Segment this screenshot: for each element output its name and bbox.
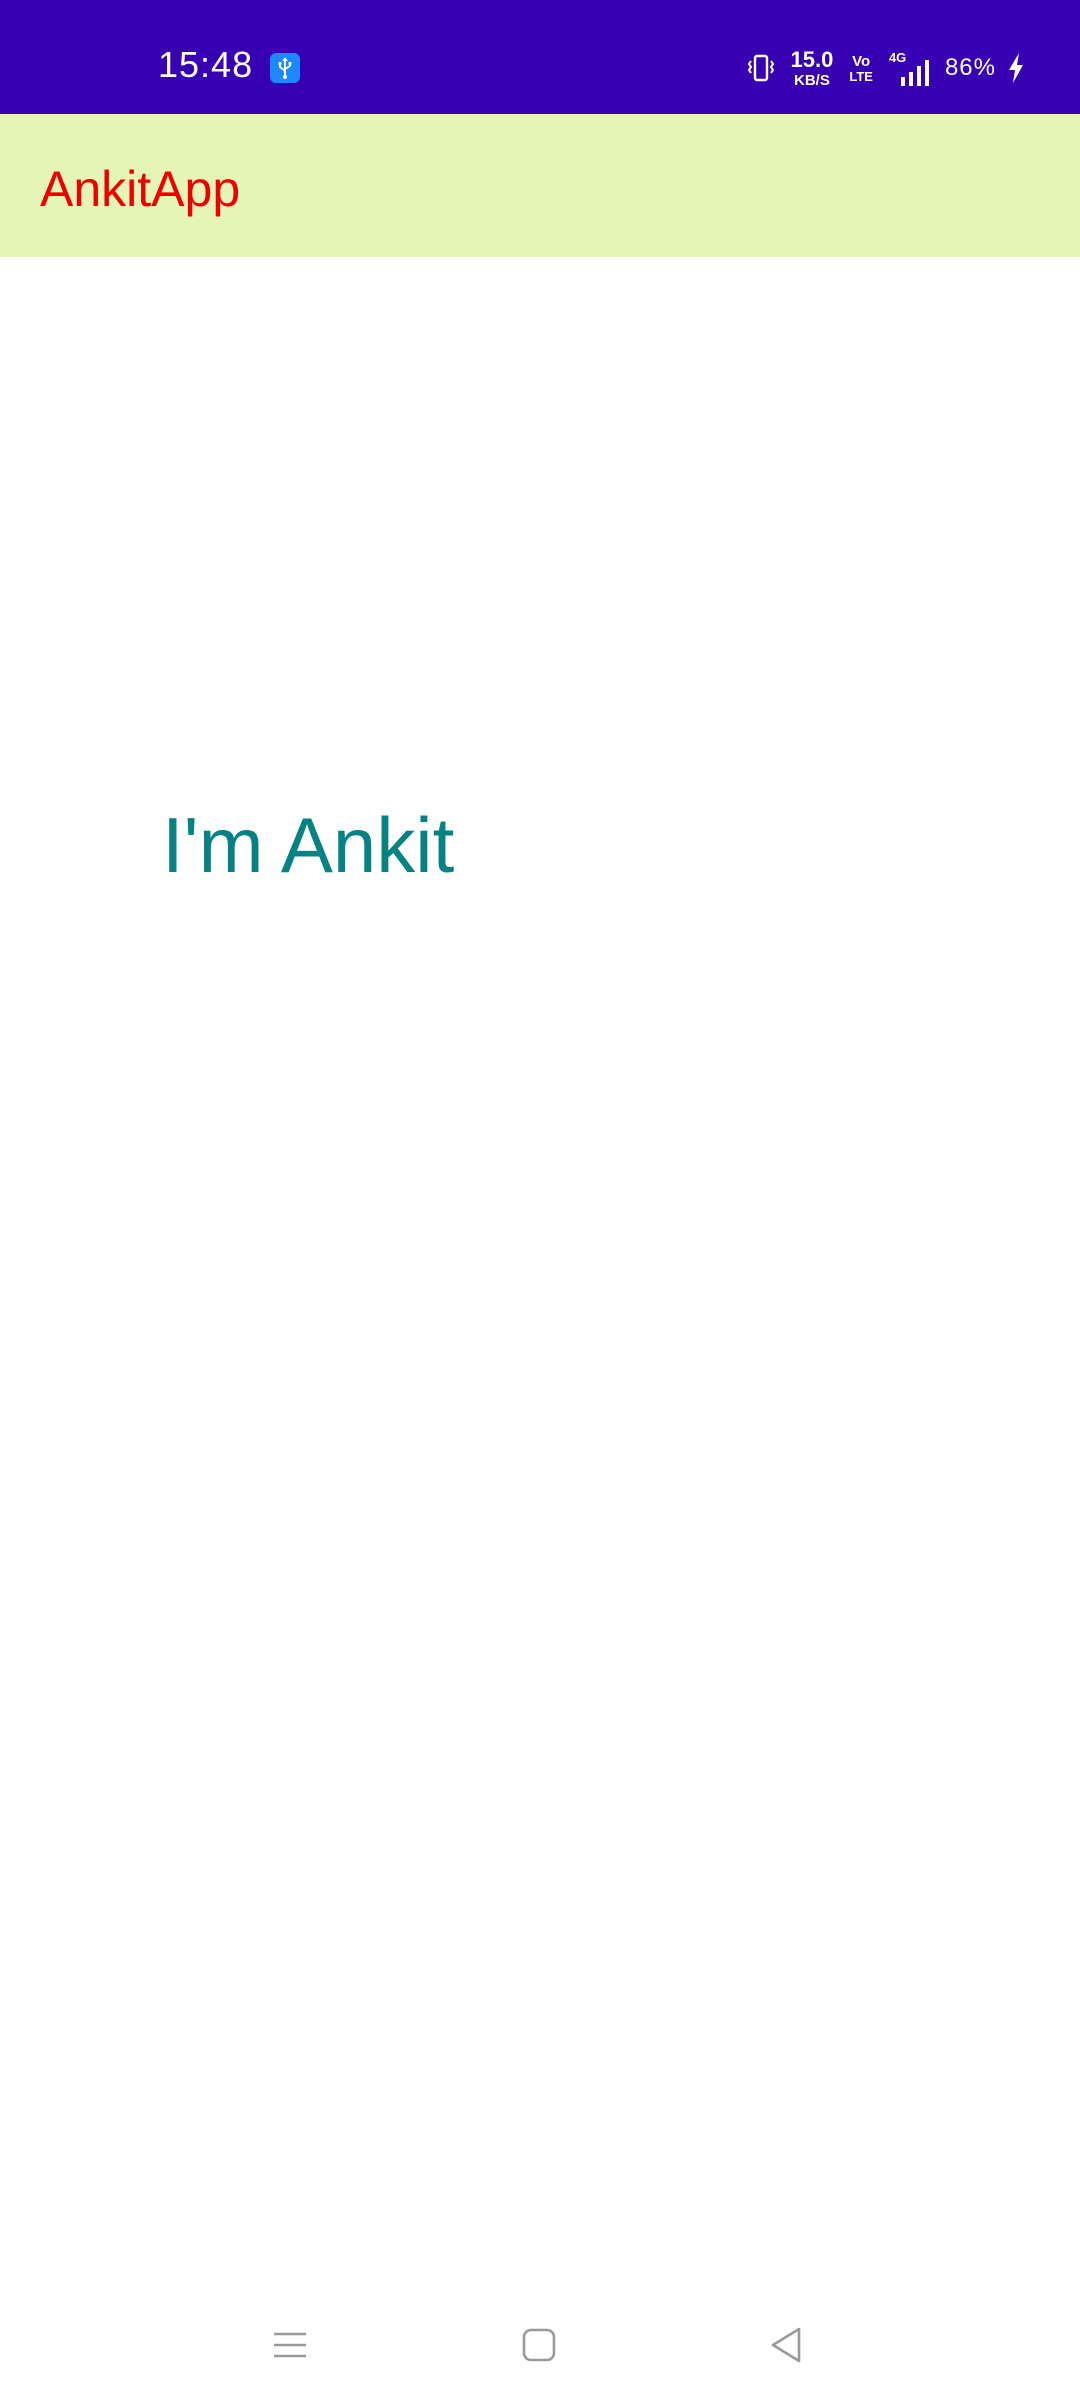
network-speed-unit: KB/S — [794, 71, 830, 89]
vibrate-icon — [747, 54, 774, 82]
battery-level: 86% — [944, 54, 996, 81]
back-button[interactable] — [756, 2318, 816, 2372]
greeting-text: I'm Ankit — [162, 801, 455, 889]
recents-icon — [274, 2332, 306, 2358]
usb-icon — [270, 53, 300, 83]
volte-indicator: Vo LTE — [849, 54, 873, 83]
recents-button[interactable] — [260, 2318, 320, 2372]
app-title: AnkitApp — [40, 161, 241, 217]
status-bar: 15:48 15.0 KB/S Vo LTE 4G 86% — [0, 0, 1080, 114]
home-icon — [522, 2328, 556, 2362]
signal-icon — [900, 60, 929, 86]
status-time: 15:48 — [158, 44, 254, 85]
system-nav-bar — [0, 2290, 1080, 2400]
network-speed: 15.0 KB/S — [790, 46, 834, 89]
main-content: I'm Ankit — [0, 257, 1080, 2297]
mobile-signal: 4G — [889, 50, 933, 86]
home-button[interactable] — [509, 2318, 569, 2372]
app-bar: AnkitApp — [0, 114, 1080, 257]
status-indicators: 15.0 KB/S Vo LTE 4G 86% — [747, 46, 1024, 90]
app-screen: 15:48 15.0 KB/S Vo LTE 4G 86% AnkitApp I… — [0, 0, 1080, 2400]
charging-icon — [1009, 53, 1023, 83]
network-speed-value: 15.0 — [790, 46, 834, 72]
volte-bottom-label: LTE — [849, 68, 873, 84]
back-icon — [771, 2327, 801, 2363]
volte-top-label: Vo — [852, 52, 871, 70]
